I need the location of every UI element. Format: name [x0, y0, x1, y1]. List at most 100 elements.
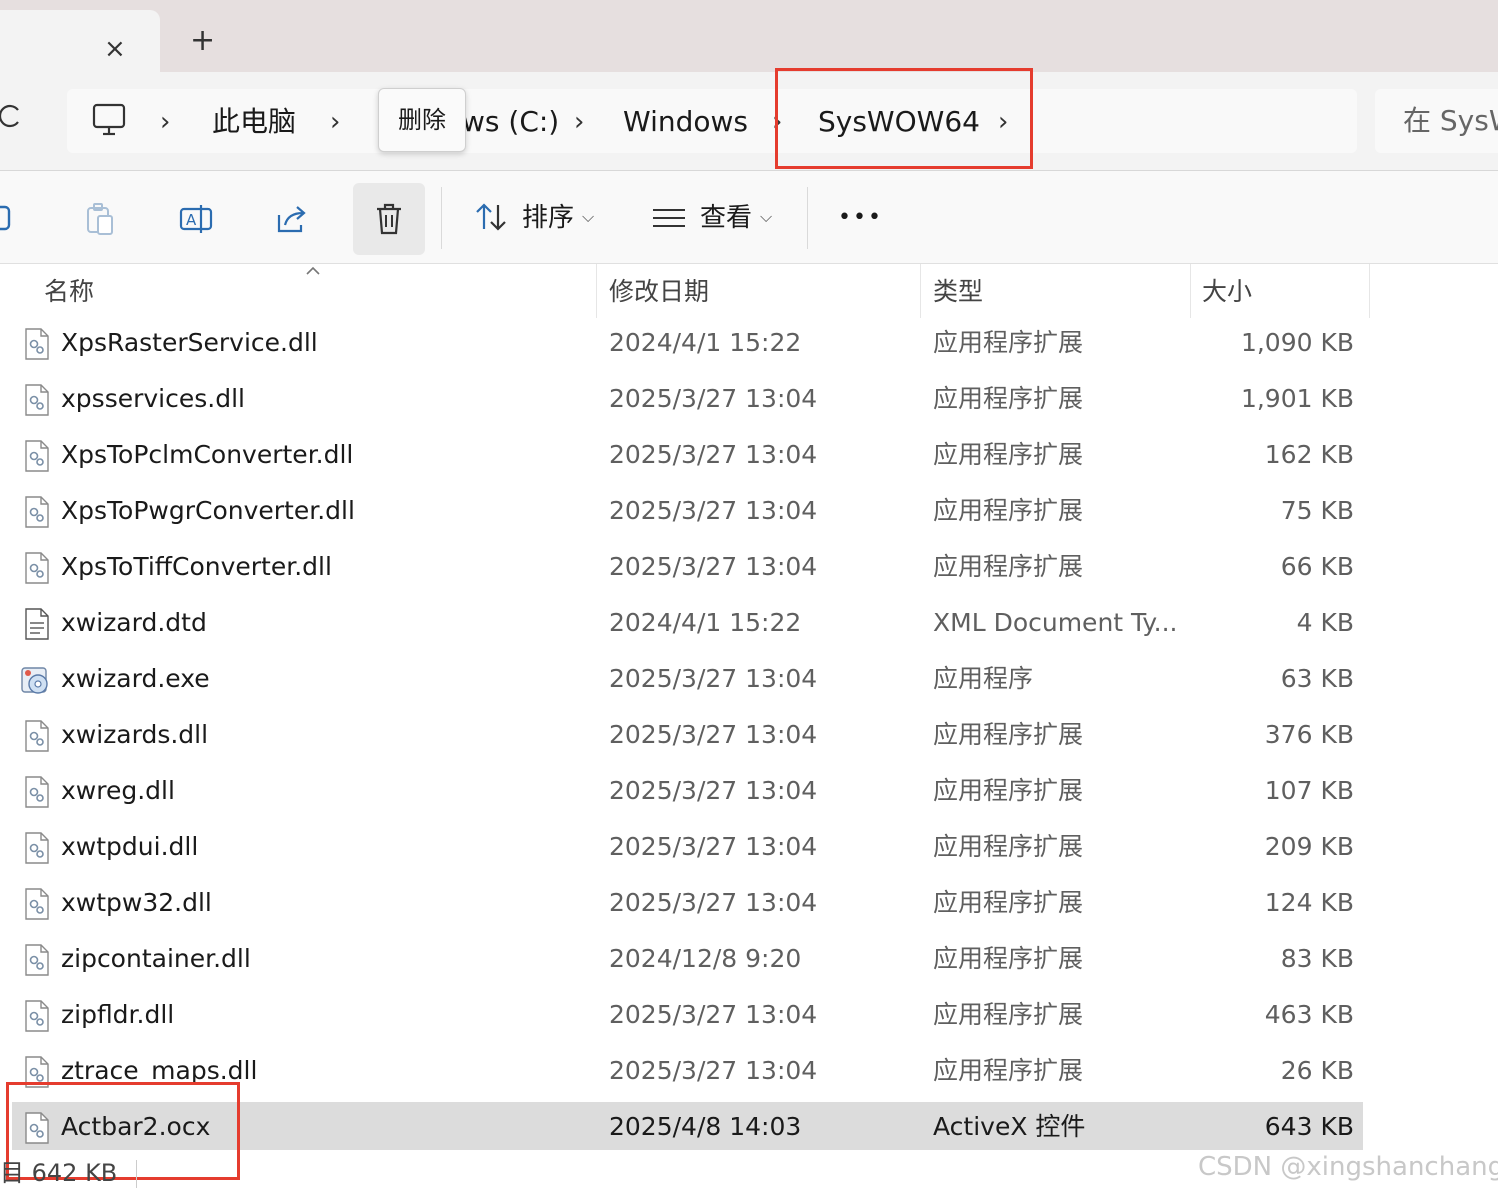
file-row[interactable]: xwizard.dtd 2024/4/1 15:22 XML Document Ty…	[0, 596, 1498, 652]
file-type: 应用程序扩展	[933, 384, 1084, 413]
file-row[interactable]: XpsRasterService.dll 2024/4/1 15:22 应用程序扩展…	[0, 316, 1498, 372]
file-name: XpsToPclmConverter.dll	[61, 440, 354, 469]
file-type: 应用程序扩展	[933, 720, 1084, 749]
file-date: 2025/3/27 13:04	[609, 384, 818, 413]
file-row[interactable]: XpsToTiffConverter.dll 2025/3/27 13:04 应用程…	[0, 540, 1498, 596]
file-row[interactable]: xwtpdui.dll 2025/3/27 13:04 应用程序扩展 209 KB	[0, 820, 1498, 876]
trash-icon	[377, 203, 401, 235]
breadcrumb-this-pc[interactable]: 此电脑	[212, 105, 296, 139]
sort-chevron-down-icon[interactable]: ⌵	[582, 207, 594, 227]
file-row[interactable]: xwtpw32.dll 2025/3/27 13:04 应用程序扩展 124 KB	[0, 876, 1498, 932]
file-date: 2025/3/27 13:04	[609, 1056, 818, 1085]
column-divider[interactable]	[920, 264, 921, 318]
file-type: 应用程序扩展	[933, 832, 1084, 861]
column-name[interactable]: 名称	[44, 276, 94, 308]
file-row[interactable]: XpsToPwgrConverter.dll 2025/3/27 13:04 应用程…	[0, 484, 1498, 540]
view-button[interactable]: 查看	[700, 201, 752, 235]
svg-text:A: A	[186, 211, 197, 229]
file-name: xpsservices.dll	[61, 384, 245, 413]
file-date: 2025/3/27 13:04	[609, 664, 818, 693]
file-size: 107 KB	[1264, 776, 1354, 805]
watermark-text: CSDN @xingshanchang	[1198, 1152, 1498, 1182]
column-divider[interactable]	[1369, 264, 1370, 318]
file-name: xwreg.dll	[61, 776, 175, 805]
breadcrumb-drive-c[interactable]: ws (C:)	[462, 105, 559, 139]
file-date: 2025/3/27 13:04	[609, 888, 818, 917]
address-row: › 此电脑 › ws (C:) › Windows › SysWOW64 › 删…	[0, 68, 1498, 171]
file-size: 209 KB	[1264, 832, 1354, 861]
file-type: 应用程序	[933, 664, 1034, 693]
column-date[interactable]: 修改日期	[609, 276, 709, 308]
exe-icon	[20, 664, 48, 696]
file-name: xwtpw32.dll	[61, 888, 212, 917]
file-size: 1,090 KB	[1240, 328, 1354, 357]
status-divider	[136, 1160, 137, 1188]
dll-icon	[24, 328, 50, 360]
column-divider[interactable]	[596, 264, 597, 318]
file-row[interactable]: xwreg.dll 2025/3/27 13:04 应用程序扩展 107 KB	[0, 764, 1498, 820]
rename-icon: A	[179, 205, 213, 233]
more-options-icon[interactable]: •••	[838, 201, 883, 235]
toolbar-divider	[441, 187, 442, 249]
breadcrumb-chevron-icon[interactable]: ›	[160, 105, 170, 139]
column-divider[interactable]	[1190, 264, 1191, 318]
file-type: ActiveX 控件	[933, 1112, 1086, 1141]
delete-button[interactable]	[353, 183, 425, 255]
new-tab-icon[interactable]: +	[190, 24, 215, 58]
file-name: xwizard.dtd	[61, 608, 207, 637]
file-date: 2025/3/27 13:04	[609, 776, 818, 805]
close-tab-icon[interactable]: ×	[104, 34, 126, 64]
refresh-icon[interactable]	[0, 102, 22, 137]
toolbar-divider	[807, 187, 808, 249]
file-date: 2025/3/27 13:04	[609, 1000, 818, 1029]
this-pc-icon[interactable]	[92, 102, 126, 142]
sort-button[interactable]: 排序	[522, 201, 574, 235]
file-size: 1,901 KB	[1240, 384, 1354, 413]
file-name: xwizard.exe	[61, 664, 210, 693]
command-bar: A 排序 ⌵ 查看 ⌵ •••	[0, 171, 1498, 264]
share-button[interactable]	[256, 183, 328, 255]
dll-icon	[24, 944, 50, 976]
file-date: 2024/4/1 15:22	[609, 328, 802, 357]
file-name: XpsToPwgrConverter.dll	[61, 496, 355, 525]
file-name: xwizards.dll	[61, 720, 209, 749]
file-row[interactable]: xwizard.exe 2025/3/27 13:04 应用程序 63 KB	[0, 652, 1498, 708]
dll-icon	[24, 720, 50, 752]
file-row[interactable]: xpsservices.dll 2025/3/27 13:04 应用程序扩展 1,90…	[0, 372, 1498, 428]
document-icon	[24, 608, 50, 640]
file-row[interactable]: zipcontainer.dll 2024/12/8 9:20 应用程序扩展 83 K…	[0, 932, 1498, 988]
file-size: 83 KB	[1280, 944, 1354, 973]
file-size: 63 KB	[1280, 664, 1354, 693]
sort-ascending-icon	[306, 260, 320, 279]
file-row[interactable]: zipfldr.dll 2025/3/27 13:04 应用程序扩展 463 KB	[0, 988, 1498, 1044]
file-type: 应用程序扩展	[933, 1056, 1084, 1085]
breadcrumb-chevron-icon[interactable]: ›	[574, 105, 584, 139]
file-row[interactable]: XpsToPclmConverter.dll 2025/3/27 13:04 应用程…	[0, 428, 1498, 484]
file-type: 应用程序扩展	[933, 776, 1084, 805]
view-chevron-down-icon[interactable]: ⌵	[760, 207, 772, 227]
search-input[interactable]: 在 SysW	[1375, 89, 1498, 153]
paste-button[interactable]	[64, 183, 136, 255]
breadcrumb-chevron-icon[interactable]: ›	[330, 105, 340, 139]
file-date: 2025/3/27 13:04	[609, 496, 818, 525]
sort-icon[interactable]	[474, 201, 508, 237]
column-type[interactable]: 类型	[933, 276, 983, 308]
file-row[interactable]: xwizards.dll 2025/3/27 13:04 应用程序扩展 376 KB	[0, 708, 1498, 764]
file-name: zipcontainer.dll	[61, 944, 251, 973]
column-size[interactable]: 大小	[1202, 276, 1252, 308]
file-type: 应用程序扩展	[933, 552, 1084, 581]
file-size: 463 KB	[1264, 1000, 1354, 1029]
view-icon[interactable]	[652, 207, 686, 233]
copy-button[interactable]	[0, 183, 36, 255]
file-list: XpsRasterService.dll 2024/4/1 15:22 应用程序扩展…	[0, 316, 1498, 1156]
breadcrumb-windows[interactable]: Windows	[623, 105, 748, 139]
dll-icon	[24, 776, 50, 808]
file-date: 2025/3/27 13:04	[609, 832, 818, 861]
rename-button[interactable]: A	[160, 183, 232, 255]
file-type: 应用程序扩展	[933, 496, 1084, 525]
file-size: 4 KB	[1296, 608, 1354, 637]
file-name: XpsRasterService.dll	[61, 328, 318, 357]
file-type: XML Document Ty...	[933, 608, 1178, 637]
active-tab[interactable]: ×	[0, 10, 160, 72]
file-size: 643 KB	[1264, 1112, 1354, 1141]
